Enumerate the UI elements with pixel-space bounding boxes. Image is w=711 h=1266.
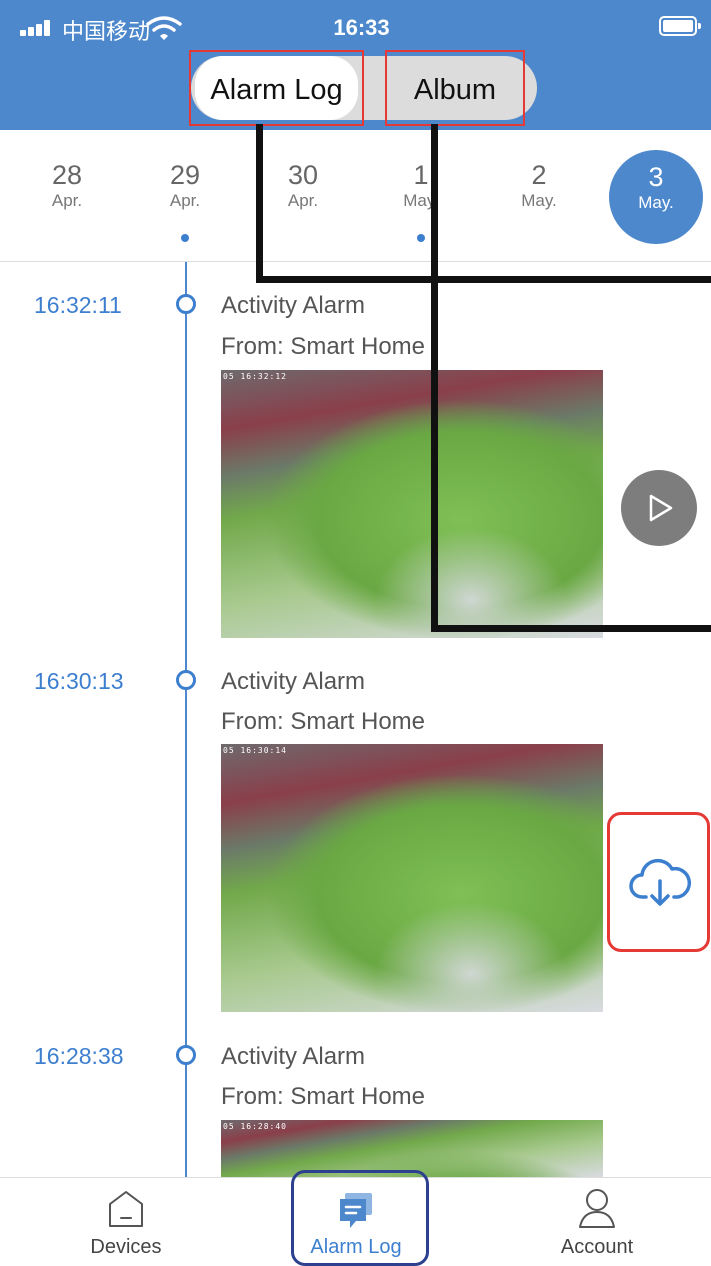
date-month: Apr.	[51, 191, 83, 210]
guide-line	[256, 276, 711, 283]
date-item-selected[interactable]: 3 May.	[609, 150, 703, 244]
timeline-node	[176, 670, 196, 690]
tab-album[interactable]: Album	[385, 50, 525, 126]
alarm-snapshot[interactable]: 05 16:32:12	[221, 370, 603, 638]
date-day: 1	[413, 160, 429, 190]
date-month: May.	[521, 191, 557, 210]
timeline-line	[185, 262, 187, 1177]
date-month: Apr.	[169, 191, 201, 210]
play-icon	[649, 494, 673, 522]
timeline-node	[176, 294, 196, 314]
alarm-source: From: Smart Home	[221, 1083, 426, 1110]
guide-line	[431, 625, 711, 632]
house-icon	[109, 1191, 143, 1227]
guide-line	[256, 124, 263, 282]
cloud-download-button[interactable]	[607, 812, 710, 952]
guide-line	[431, 124, 438, 632]
date-item[interactable]: 29 Apr.	[138, 160, 232, 242]
cloud-download-icon	[629, 858, 691, 906]
date-day: 28	[51, 160, 83, 190]
alarm-source: From: Smart Home	[221, 333, 426, 360]
alarm-title: Activity Alarm	[221, 1043, 366, 1070]
tab-alarm-log[interactable]: Alarm Log	[189, 50, 364, 126]
date-month: May.	[638, 193, 674, 212]
date-day: 3	[648, 162, 664, 192]
date-month: May.	[403, 191, 439, 210]
status-bar: 中国移动 16:33	[0, 0, 711, 50]
app-header: 中国移动 16:33 Alarm Log Album	[0, 0, 711, 130]
date-item[interactable]: 2 May.	[492, 160, 586, 212]
highlight-frame	[291, 1170, 429, 1266]
alarm-title: Activity Alarm	[221, 668, 366, 695]
alarm-snapshot[interactable]: 05 16:30:14	[221, 744, 603, 1012]
snapshot-timestamp: 05 16:30:14	[223, 746, 287, 755]
date-strip: 28 Apr. 29 Apr. 30 Apr. 1 May. 2 May. 3 …	[0, 130, 711, 262]
date-day: 2	[531, 160, 547, 190]
alarm-time: 16:30:13	[34, 668, 124, 694]
date-day: 30	[287, 160, 319, 190]
tab-alarm-log-label: Alarm Log	[210, 74, 343, 106]
alarm-time: 16:32:11	[34, 292, 122, 318]
timeline-node	[176, 1045, 196, 1065]
alarm-time: 16:28:38	[34, 1043, 124, 1069]
battery-icon	[659, 16, 701, 36]
alarm-snapshot[interactable]: 05 16:28:40	[221, 1120, 603, 1177]
alarm-source: From: Smart Home	[221, 708, 426, 735]
nav-account[interactable]: Account	[497, 1178, 697, 1266]
play-video-button[interactable]	[621, 470, 697, 546]
snapshot-timestamp: 05 16:28:40	[223, 1122, 287, 1131]
nav-account-label: Account	[560, 1236, 634, 1258]
nav-devices[interactable]: Devices	[26, 1178, 226, 1266]
event-indicator-dot	[417, 234, 425, 242]
tab-album-label: Album	[413, 74, 497, 106]
view-switcher: Alarm Log Album	[189, 50, 537, 126]
date-item[interactable]: 30 Apr.	[256, 160, 350, 212]
date-item[interactable]: 1 May.	[374, 160, 468, 242]
date-item[interactable]: 28 Apr.	[20, 160, 114, 212]
event-indicator-dot	[181, 234, 189, 242]
snapshot-timestamp: 05 16:32:12	[223, 372, 287, 381]
status-time: 16:33	[333, 15, 390, 40]
person-icon	[579, 1189, 615, 1228]
date-month: Apr.	[287, 191, 319, 210]
date-day: 29	[169, 160, 201, 190]
nav-devices-label: Devices	[90, 1236, 162, 1258]
alarm-title: Activity Alarm	[221, 292, 366, 319]
